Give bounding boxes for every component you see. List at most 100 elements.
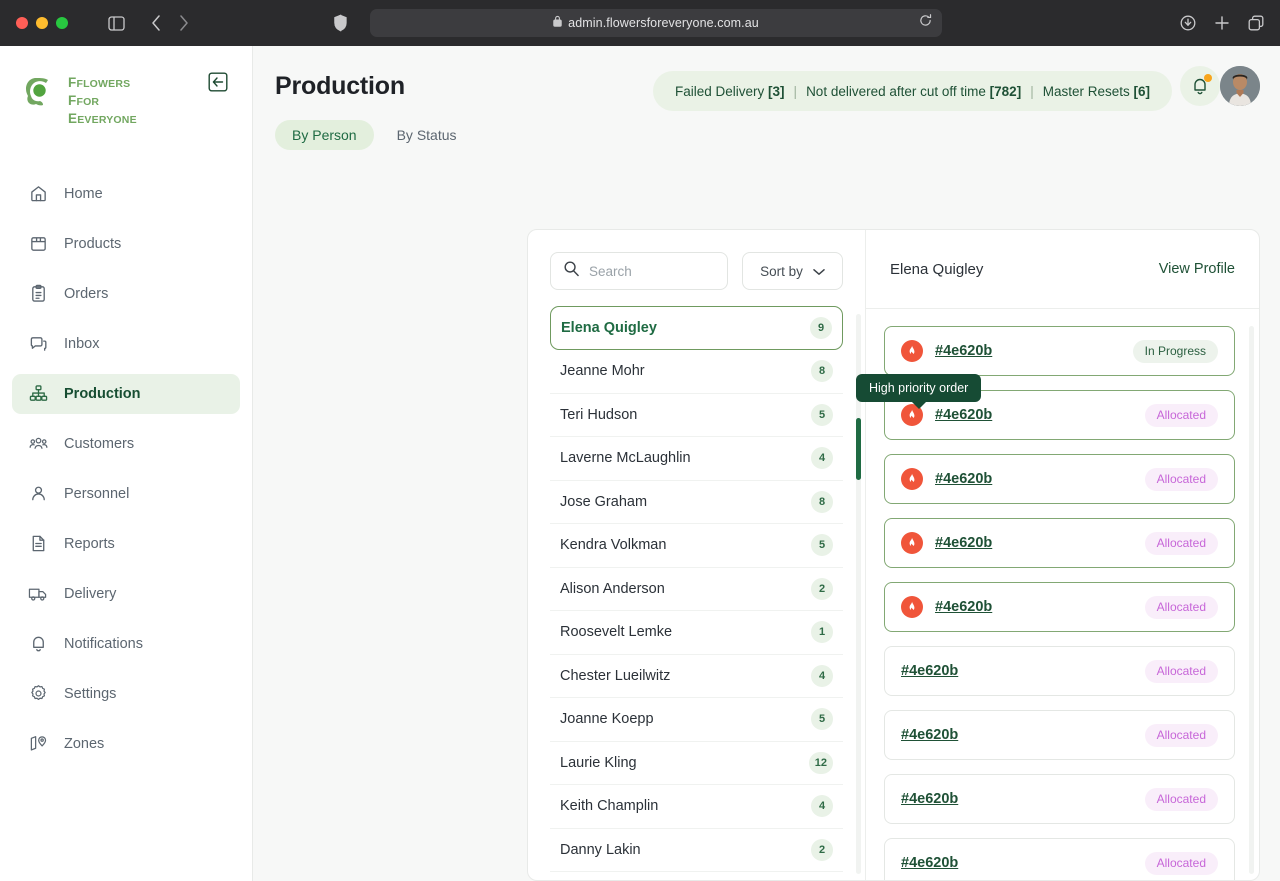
address-bar[interactable]: admin.flowersforeveryone.com.au	[370, 9, 942, 37]
maximize-window-button[interactable]	[56, 17, 68, 29]
sort-by-dropdown[interactable]: Sort by	[742, 252, 843, 290]
download-icon[interactable]	[1180, 15, 1196, 31]
person-order-count: 4	[811, 795, 833, 817]
person-row[interactable]: Teri Hudson5	[550, 394, 843, 438]
order-id-link[interactable]: #4e620b	[935, 535, 992, 551]
person-order-count: 8	[811, 491, 833, 513]
order-id-link[interactable]: #4e620b	[901, 727, 958, 743]
person-row[interactable]: Jose Graham8	[550, 481, 843, 525]
person-name: Elena Quigley	[561, 320, 657, 336]
person-order-count: 2	[811, 578, 833, 600]
order-card[interactable]: #4e620bIn Progress	[884, 326, 1235, 376]
forward-arrow-icon[interactable]	[179, 15, 189, 31]
flame-icon[interactable]	[901, 532, 923, 554]
sidebar-item-label: Inbox	[64, 336, 99, 352]
tab-by-person[interactable]: By Person	[275, 120, 374, 150]
person-order-count: 4	[811, 665, 833, 687]
flame-icon[interactable]	[901, 340, 923, 362]
status-badge: Allocated	[1145, 788, 1218, 811]
order-card[interactable]: #4e620bAllocated	[884, 582, 1235, 632]
view-profile-link[interactable]: View Profile	[1159, 261, 1235, 277]
person-row[interactable]: Roosevelt Lemke1	[550, 611, 843, 655]
person-row[interactable]: Chester Lueilwitz4	[550, 655, 843, 699]
order-card[interactable]: #4e620bAllocated	[884, 710, 1235, 760]
close-window-button[interactable]	[16, 17, 28, 29]
sidebar-item-products[interactable]: Products	[12, 224, 240, 264]
alert-master-resets[interactable]: Master Resets [6]	[1043, 84, 1150, 99]
sidebar-item-zones[interactable]: Zones	[12, 724, 240, 764]
status-badge: Allocated	[1145, 468, 1218, 491]
minimize-window-button[interactable]	[36, 17, 48, 29]
sidebar-nav: Home Products Orders Inbox Production Cu…	[0, 174, 252, 764]
person-row[interactable]: Laurie Kling12	[550, 742, 843, 786]
flame-icon[interactable]	[901, 468, 923, 490]
window-controls[interactable]	[16, 17, 68, 29]
orders-scrollbar[interactable]	[1249, 326, 1254, 874]
reload-icon[interactable]	[919, 14, 932, 32]
person-row[interactable]: Lester Zemlak4	[550, 872, 843, 880]
order-id-link[interactable]: #4e620b	[935, 599, 992, 615]
status-badge: Allocated	[1145, 660, 1218, 683]
back-arrow-icon[interactable]	[151, 15, 161, 31]
person-row[interactable]: Joanne Koepp5	[550, 698, 843, 742]
person-row[interactable]: Laverne McLaughlin4	[550, 437, 843, 481]
tab-overview-icon[interactable]	[1248, 15, 1264, 31]
person-name: Laverne McLaughlin	[560, 450, 691, 466]
order-id-link[interactable]: #4e620b	[901, 663, 958, 679]
sidebar-item-reports[interactable]: Reports	[12, 524, 240, 564]
order-card[interactable]: #4e620b Allocated	[884, 518, 1235, 568]
scrollbar-thumb[interactable]	[856, 418, 861, 480]
bell-icon	[28, 634, 48, 654]
logo-line-2: FFor	[68, 92, 137, 110]
avatar[interactable]	[1220, 66, 1260, 106]
notifications-button[interactable]	[1180, 66, 1220, 106]
person-row[interactable]: Keith Champlin 4	[550, 785, 843, 829]
sidebar-item-notifications[interactable]: Notifications	[12, 624, 240, 664]
person-row[interactable]: Danny Lakin2	[550, 829, 843, 873]
order-card[interactable]: #4e620b Allocated	[884, 646, 1235, 696]
sidebar-item-customers[interactable]: Customers	[12, 424, 240, 464]
sidebar-item-personnel[interactable]: Personnel	[12, 474, 240, 514]
alerts-banner[interactable]: Failed Delivery [3] | Not delivered afte…	[653, 71, 1172, 111]
order-card[interactable]: #4e620b Allocated	[884, 774, 1235, 824]
order-card[interactable]: #4e620b Allocated	[884, 454, 1235, 504]
order-card-left: #4e620b	[901, 727, 958, 743]
person-row[interactable]: Kendra Volkman5	[550, 524, 843, 568]
flame-icon[interactable]	[901, 596, 923, 618]
sidebar-item-delivery[interactable]: Delivery	[12, 574, 240, 614]
sidebar-item-orders[interactable]: Orders	[12, 274, 240, 314]
sidebar-item-inbox[interactable]: Inbox	[12, 324, 240, 364]
order-card[interactable]: #4e620bAllocated	[884, 838, 1235, 880]
search-input[interactable]: Search	[550, 252, 728, 290]
app-logo[interactable]: FFlowers FFor EEveryone	[0, 46, 252, 128]
order-id-link[interactable]: #4e620b	[935, 407, 992, 423]
order-id-link[interactable]: #4e620b	[901, 855, 958, 871]
tab-by-status[interactable]: By Status	[380, 120, 474, 150]
logo-line-3: EEveryone	[68, 110, 137, 128]
order-card-left: #4e620b	[901, 855, 958, 871]
sidebar-item-home[interactable]: Home	[12, 174, 240, 214]
sidebar-toggle-icon[interactable]	[108, 16, 125, 31]
person-name: Danny Lakin	[560, 842, 641, 858]
sidebar-item-settings[interactable]: Settings	[12, 674, 240, 714]
shield-icon[interactable]	[334, 15, 347, 32]
sort-by-label: Sort by	[760, 264, 803, 279]
people-list[interactable]: Elena Quigley9Jeanne Mohr8Teri Hudson5La…	[528, 306, 865, 880]
collapse-sidebar-icon[interactable]	[208, 72, 228, 92]
order-id-link[interactable]: #4e620b	[901, 791, 958, 807]
people-panel: Search Sort by Elena Quigley9Jeanne Mohr…	[528, 230, 866, 880]
person-name: Keith Champlin	[560, 798, 658, 814]
person-row[interactable]: Alison Anderson2	[550, 568, 843, 612]
sidebar-item-production[interactable]: Production	[12, 374, 240, 414]
person-row[interactable]: Jeanne Mohr8	[550, 350, 843, 394]
nav-arrows[interactable]	[151, 15, 189, 31]
plus-icon[interactable]	[1214, 15, 1230, 31]
search-icon	[563, 260, 580, 282]
status-badge: Allocated	[1145, 532, 1218, 555]
order-id-link[interactable]: #4e620b	[935, 343, 992, 359]
order-id-link[interactable]: #4e620b	[935, 471, 992, 487]
alert-not-delivered[interactable]: Not delivered after cut off time [782]	[806, 84, 1021, 99]
alert-failed-delivery[interactable]: Failed Delivery [3]	[675, 84, 785, 99]
person-name: Kendra Volkman	[560, 537, 666, 553]
person-row[interactable]: Elena Quigley9	[550, 306, 843, 350]
